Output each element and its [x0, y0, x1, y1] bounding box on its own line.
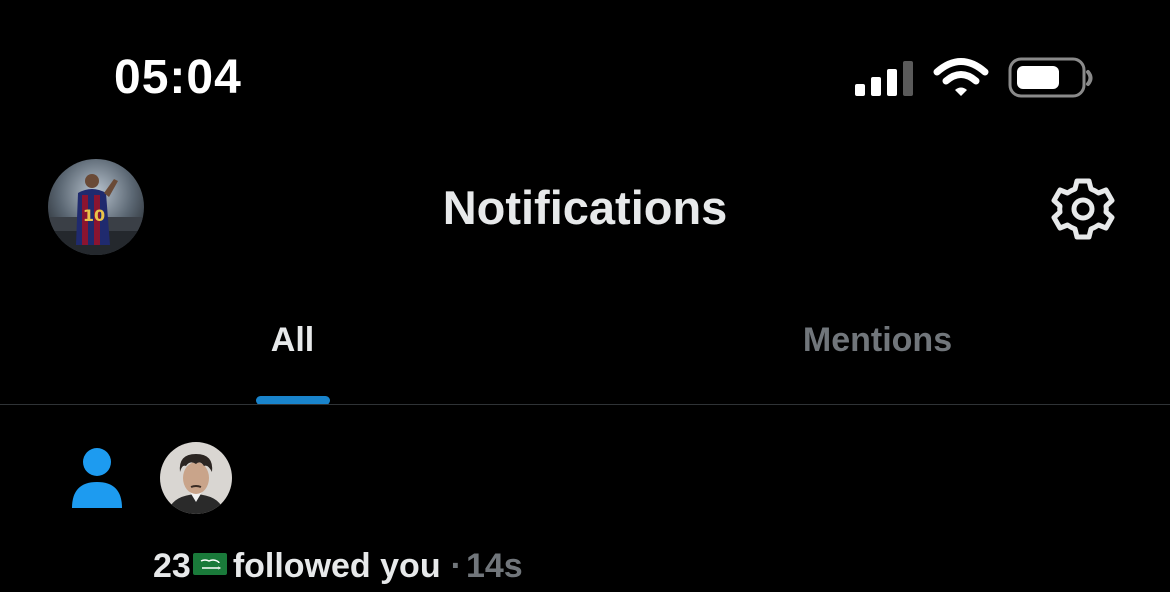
notification-action: followed you	[232, 547, 441, 585]
user-avatar[interactable]	[160, 442, 232, 514]
battery-icon	[1008, 57, 1093, 98]
status-time: 05:04	[114, 51, 242, 104]
tab-mentions[interactable]: Mentions	[585, 314, 1170, 366]
tabs-divider	[0, 404, 1170, 405]
person-icon	[72, 448, 122, 508]
separator-dot: ·	[450, 547, 462, 585]
notification-text[interactable]: 23 followed you · 14s	[153, 540, 523, 592]
gear-icon[interactable]	[1049, 175, 1117, 243]
notification-time: 14s	[465, 547, 523, 585]
page-title: Notifications	[442, 181, 728, 234]
tab-all[interactable]: All	[0, 314, 585, 366]
wifi-icon	[933, 58, 989, 96]
cellular-signal-icon	[855, 61, 913, 96]
notification-user-name[interactable]: 23	[153, 547, 191, 585]
saudi-flag-icon	[192, 553, 227, 575]
